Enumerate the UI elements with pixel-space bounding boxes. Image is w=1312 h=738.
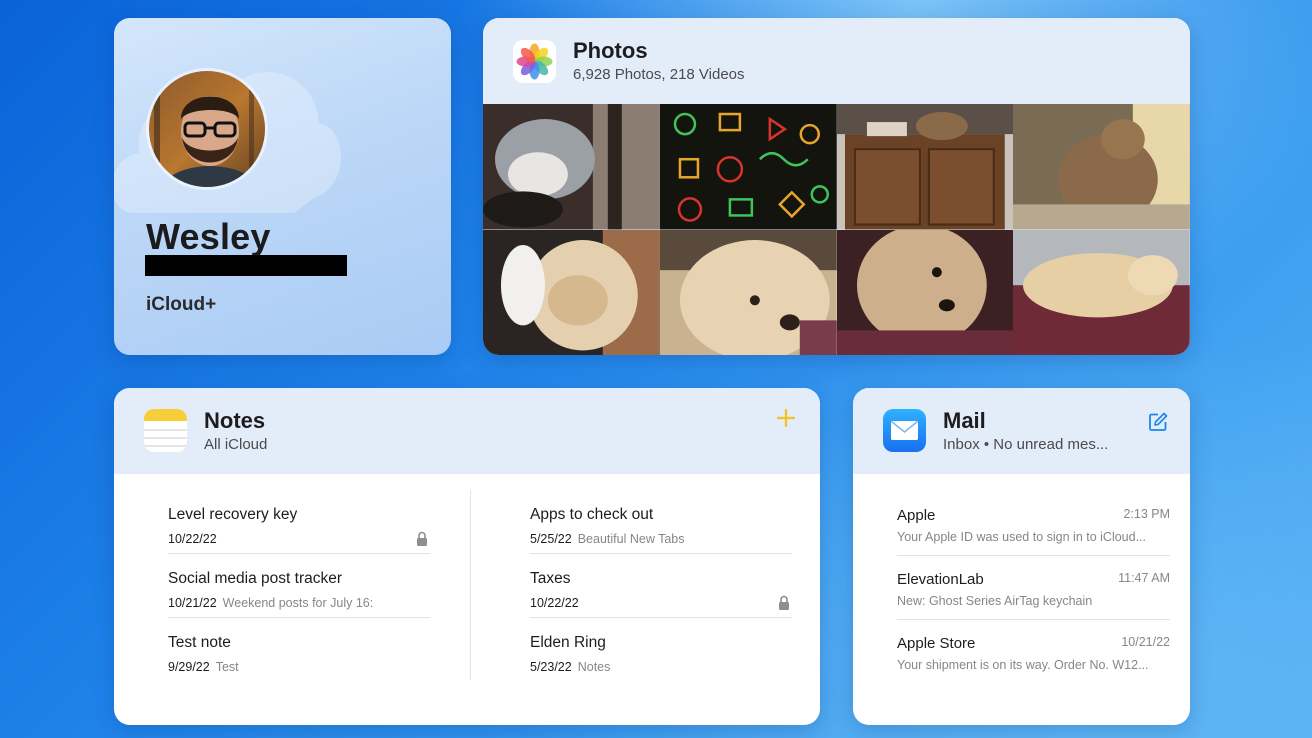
photos-count: 6,928 Photos, 218 Videos [573,66,745,83]
note-item[interactable]: Apps to check out 5/25/22 Beautiful New T… [530,490,792,554]
note-item[interactable]: Taxes 10/22/22 [530,554,792,618]
note-date: 10/21/22 [168,596,217,610]
note-item[interactable]: Social media post tracker 10/21/22 Weeken… [168,554,430,618]
profile-name: Wesley [146,216,271,257]
photo-thumbnail[interactable] [659,229,837,355]
note-title: Social media post tracker [168,570,343,587]
note-item[interactable]: Test note 9/29/22 Test [168,618,430,682]
notes-column-left: Level recovery key 10/22/22 Social media… [168,490,430,682]
photos-header[interactable]: Photos 6,928 Photos, 218 Videos [483,18,1190,104]
mail-time: 2:13 PM [1123,507,1170,521]
note-date: 9/29/22 [168,660,210,674]
photo-thumbnail[interactable] [836,104,1014,230]
avatar[interactable] [146,68,268,190]
photo-thumbnail[interactable] [1013,229,1190,355]
mail-status: Inbox • No unread mes... [943,436,1109,453]
photos-title: Photos [573,38,648,63]
notes-app-icon [144,409,187,452]
photos-app-icon [513,40,556,83]
note-date: 5/23/22 [530,660,572,674]
mail-preview: Your shipment is on its way. Order No. W… [897,658,1149,672]
mail-app-icon [883,409,926,452]
mail-card[interactable]: Mail Inbox • No unread mes... Apple 2:13… [853,388,1190,725]
column-divider [470,490,471,680]
photo-thumbnail[interactable] [659,104,837,230]
redacted-email-bar [145,255,347,276]
note-title: Level recovery key [168,506,298,523]
lock-icon [417,531,427,546]
lock-icon [779,595,789,610]
mail-time: 11:47 AM [1118,571,1170,585]
mail-time: 10/21/22 [1121,635,1170,649]
notes-column-right: Apps to check out 5/25/22 Beautiful New T… [530,490,792,682]
photo-thumbnail[interactable] [1013,104,1190,230]
photo-thumbnail[interactable] [483,104,660,230]
notes-title: Notes [204,408,266,433]
notes-list: Level recovery key 10/22/22 Social media… [114,474,820,725]
compose-icon [1149,412,1168,431]
photos-card[interactable]: Photos 6,928 Photos, 218 Videos [483,18,1190,355]
note-title: Apps to check out [530,506,654,523]
photo-grid [483,104,1190,355]
notes-folder: All iCloud [204,436,268,453]
mail-item[interactable]: Apple 2:13 PM Your Apple ID was used to … [897,492,1170,556]
notes-header[interactable]: Notes All iCloud [114,388,820,474]
note-preview: Beautiful New Tabs [577,532,685,546]
note-title: Test note [168,634,231,651]
note-title: Taxes [530,570,571,587]
note-preview: Notes [577,660,611,674]
mail-item[interactable]: ElevationLab 11:47 AM New: Ghost Series … [897,556,1170,620]
note-title: Elden Ring [530,634,606,651]
mail-preview: New: Ghost Series AirTag keychain [897,594,1093,608]
add-note-button[interactable] [774,406,798,430]
plus-icon [776,408,796,428]
mail-item[interactable]: Apple Store 10/21/22 Your shipment is on… [897,620,1170,684]
note-item[interactable]: Elden Ring 5/23/22 Notes [530,618,792,682]
photo-thumbnail[interactable] [836,229,1014,355]
photo-thumbnail[interactable] [483,229,660,355]
note-date: 10/22/22 [168,532,217,546]
note-preview: Test [215,660,239,674]
subscription-plan: iCloud+ [146,294,217,315]
note-date: 10/22/22 [530,596,579,610]
compose-button[interactable] [1148,412,1168,432]
note-item[interactable]: Level recovery key 10/22/22 [168,490,430,554]
mail-preview: Your Apple ID was used to sign in to iCl… [897,530,1146,544]
mail-title: Mail [943,408,986,433]
mail-header[interactable]: Mail Inbox • No unread mes... [853,388,1190,474]
mail-list: Apple 2:13 PM Your Apple ID was used to … [897,492,1170,684]
notes-card[interactable]: Notes All iCloud Level recovery key 10/2… [114,388,820,725]
profile-card[interactable]: Wesley iCloud+ [114,18,451,355]
note-date: 5/25/22 [530,532,572,546]
note-preview: Weekend posts for July 16: [222,596,374,610]
